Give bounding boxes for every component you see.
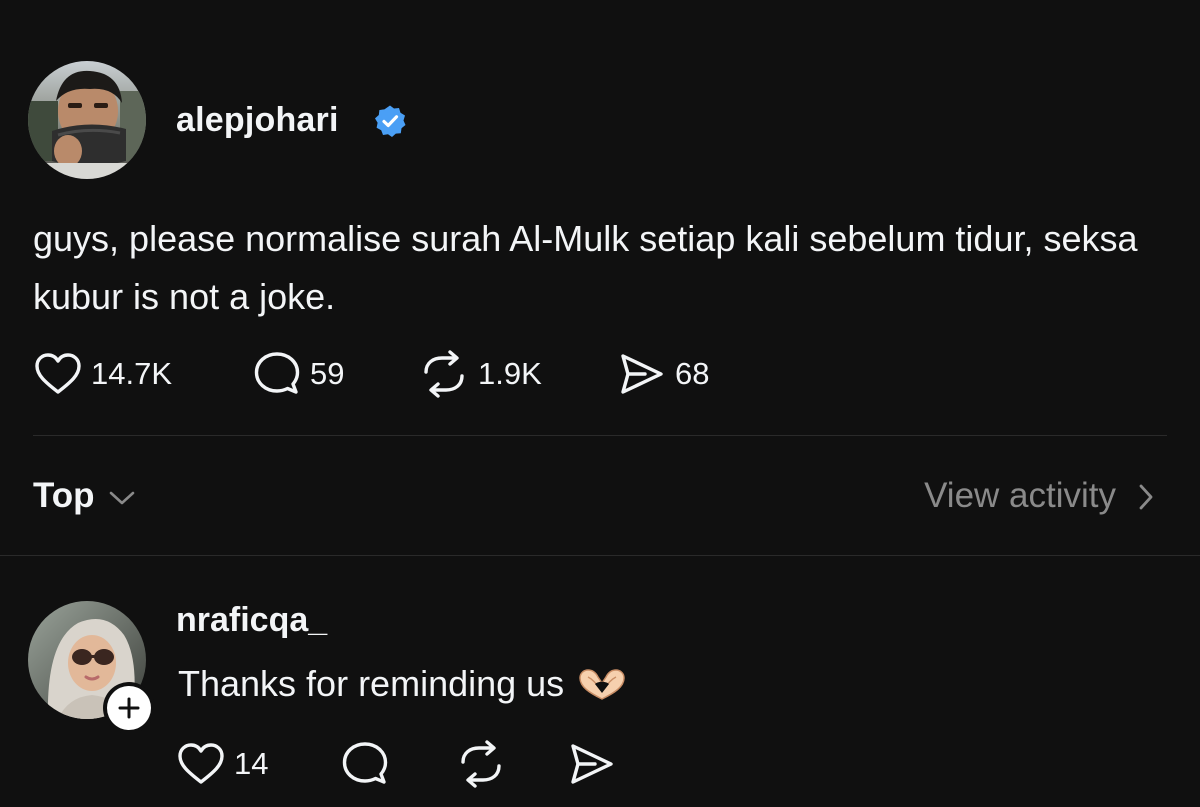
repost-count: 1.9K — [478, 356, 542, 391]
view-activity-link[interactable]: View activity — [924, 472, 1154, 520]
plus-icon — [118, 697, 140, 719]
comment-count: 59 — [310, 356, 345, 391]
heart-icon — [178, 743, 224, 784]
view-activity-label: View activity — [924, 476, 1116, 515]
sort-label: Top — [33, 476, 95, 515]
reply-comment-button[interactable] — [340, 740, 390, 788]
post-body-text: guys, please normalise surah Al-Mulk set… — [33, 218, 1138, 317]
follow-button[interactable] — [103, 682, 155, 734]
share-count: 68 — [675, 356, 710, 391]
reply-share-button[interactable] — [567, 740, 617, 788]
comment-icon — [254, 352, 300, 394]
chevron-right-icon — [1139, 484, 1153, 510]
send-icon — [621, 354, 663, 394]
repost-icon — [424, 350, 464, 398]
chevron-down-icon — [109, 491, 134, 505]
reply-body-text: Thanks for reminding us — [178, 663, 565, 704]
share-button[interactable]: 68 — [617, 350, 709, 398]
post-author-username[interactable]: alepjohari — [176, 98, 339, 142]
repost-button[interactable]: 1.9K — [418, 350, 542, 398]
reply-like-button[interactable]: 14 — [176, 740, 268, 788]
reply-repost-button[interactable] — [455, 740, 507, 788]
replies-sort-dropdown[interactable]: Top — [33, 472, 135, 520]
follow-button-inner — [107, 686, 151, 730]
divider — [33, 435, 1167, 436]
repost-icon — [461, 740, 501, 788]
heart-icon — [35, 353, 81, 394]
reply-body: Thanks for reminding us — [178, 658, 628, 710]
send-icon — [571, 744, 613, 784]
heart-hands-icon — [579, 669, 625, 700]
comment-button[interactable]: 59 — [252, 350, 344, 398]
like-button[interactable]: 14.7K — [33, 350, 172, 398]
post-author-avatar[interactable] — [28, 61, 146, 179]
reply-author-username[interactable]: nraficqa_ — [176, 598, 327, 642]
verified-badge-icon — [373, 104, 407, 138]
divider — [0, 555, 1200, 556]
comment-icon — [342, 742, 388, 784]
reply-like-count: 14 — [234, 746, 269, 781]
like-count: 14.7K — [91, 356, 173, 391]
